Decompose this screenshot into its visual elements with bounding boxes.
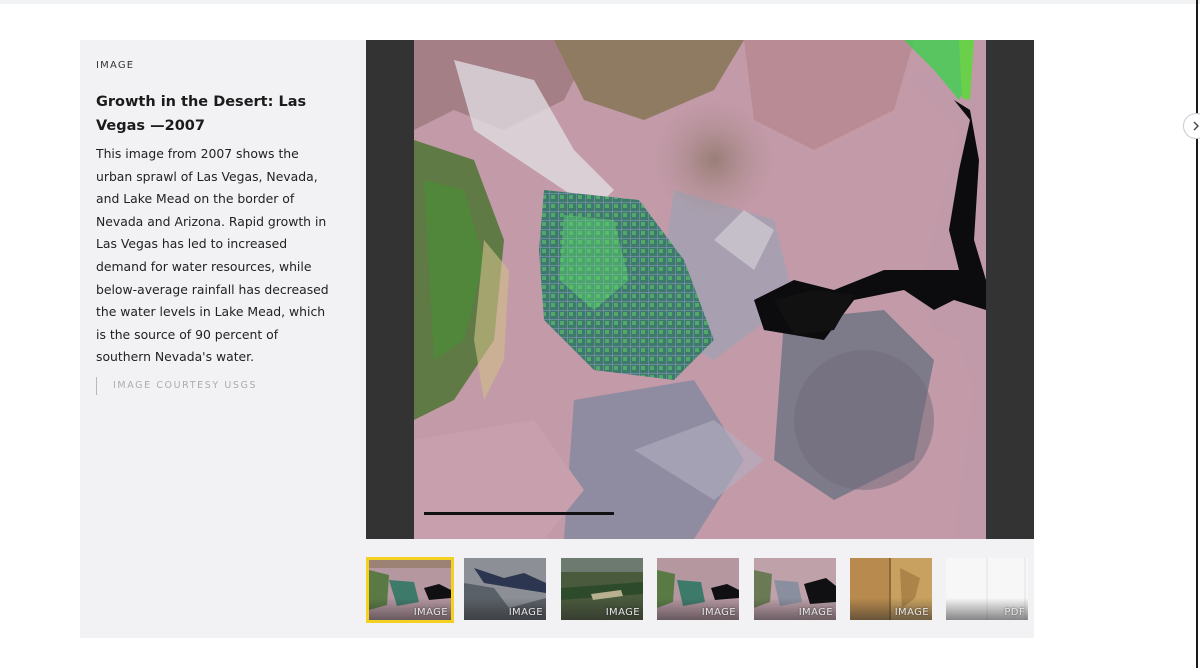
- arrow-icon-glyph: [1193, 121, 1199, 131]
- thumbnail-6[interactable]: IMAGE: [850, 558, 932, 620]
- thumbnail-7[interactable]: PDF: [946, 558, 1028, 620]
- thumbnail-label: IMAGE: [413, 607, 448, 618]
- thumbnail-label: PDF: [1004, 607, 1025, 618]
- image-credit: IMAGE COURTESY USGS: [96, 377, 257, 395]
- image-description: This image from 2007 shows the urban spr…: [96, 146, 329, 365]
- thumbnail-label: IMAGE: [701, 607, 736, 618]
- caption-panel: IMAGE Growth in the Desert: Las Vegas —2…: [80, 40, 366, 638]
- satellite-image: [414, 40, 986, 539]
- image-viewer[interactable]: [366, 40, 1034, 539]
- scale-bar: [424, 512, 614, 515]
- media-type-label: IMAGE: [96, 60, 135, 71]
- top-strip: [0, 0, 1200, 4]
- thumbnail-4[interactable]: IMAGE: [657, 558, 739, 620]
- thumbnail-1[interactable]: IMAGE: [366, 557, 454, 623]
- thumbnail-strip: IMAGE IMAGE IMAGE IMAGE IMAGE IMAGE PDF: [366, 557, 1034, 625]
- image-title: Growth in the Desert: Las Vegas —2007: [96, 94, 307, 134]
- window-edge: [1196, 0, 1198, 668]
- thumbnail-2[interactable]: IMAGE: [464, 558, 546, 620]
- thumbnail-5[interactable]: IMAGE: [754, 558, 836, 620]
- arrow-icon[interactable]: [1183, 113, 1200, 139]
- thumbnail-label: IMAGE: [798, 607, 833, 618]
- satellite-image-graphic: [414, 40, 986, 539]
- thumbnail-label: IMAGE: [605, 607, 640, 618]
- thumbnail-3[interactable]: IMAGE: [561, 558, 643, 620]
- thumbnail-label: IMAGE: [894, 607, 929, 618]
- media-card: IMAGE Growth in the Desert: Las Vegas —2…: [80, 40, 1034, 638]
- thumbnail-label: IMAGE: [508, 607, 543, 618]
